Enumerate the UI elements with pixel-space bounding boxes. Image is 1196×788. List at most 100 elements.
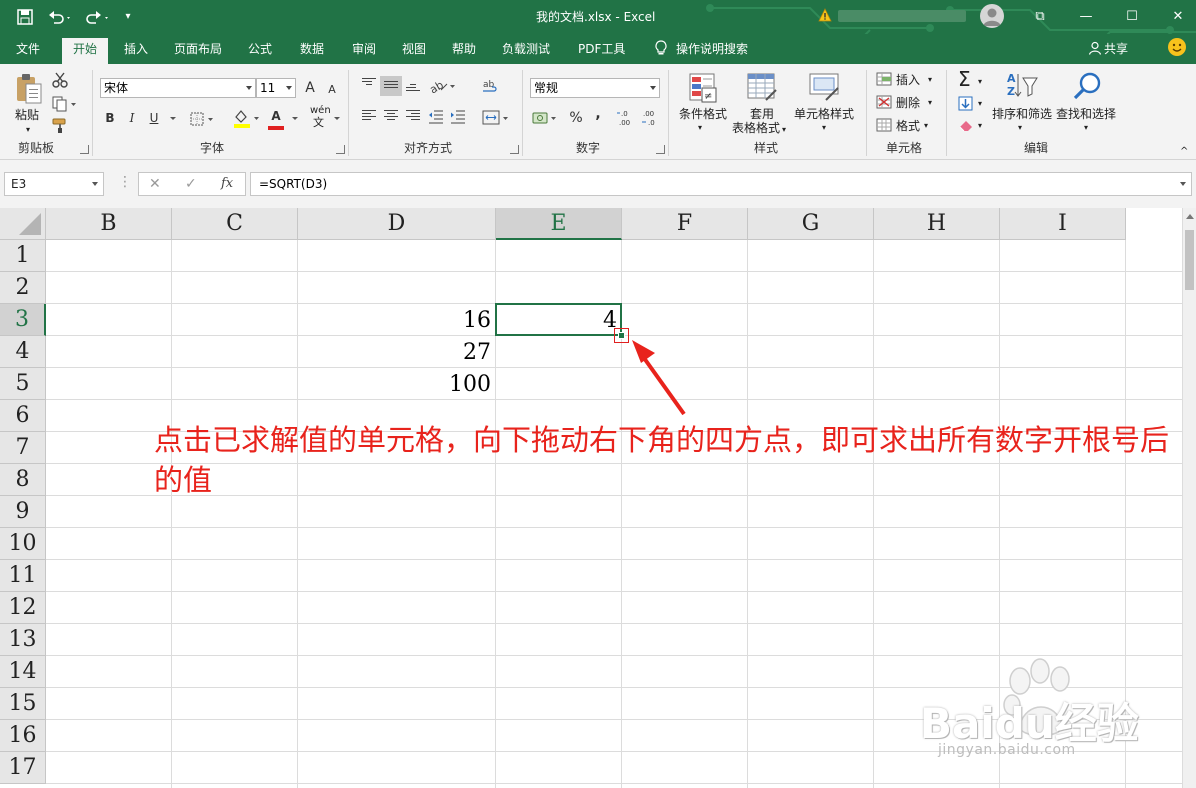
tell-me-search[interactable]: 操作说明搜索 bbox=[654, 40, 748, 58]
format-cells-icon[interactable] bbox=[876, 118, 892, 132]
sort-filter-icon[interactable]: AZ bbox=[1006, 70, 1038, 104]
alignment-dialog-launcher[interactable] bbox=[510, 145, 519, 154]
row-header-13[interactable]: 13 bbox=[0, 624, 46, 656]
phonetic-guide-char[interactable]: 文 bbox=[313, 117, 324, 129]
accounting-format-icon[interactable] bbox=[532, 110, 560, 126]
close-button[interactable]: ✕ bbox=[1166, 6, 1190, 28]
delete-dropdown[interactable]: ▾ bbox=[928, 95, 932, 111]
tab-formulas[interactable]: 公式 bbox=[242, 40, 278, 64]
row-header-2[interactable]: 2 bbox=[0, 272, 46, 304]
row-header-17[interactable]: 17 bbox=[0, 752, 46, 784]
align-right-icon[interactable] bbox=[406, 110, 420, 122]
tab-file[interactable]: 文件 bbox=[10, 40, 46, 64]
paste-button[interactable]: 粘贴 bbox=[15, 107, 39, 123]
sort-filter-dropdown[interactable]: ▾ bbox=[1018, 120, 1022, 136]
format-dropdown[interactable]: ▾ bbox=[924, 118, 928, 134]
italic-button[interactable]: I bbox=[122, 108, 142, 128]
font-size-combo[interactable]: 11 bbox=[256, 78, 296, 98]
undo-icon[interactable] bbox=[46, 7, 76, 27]
find-select-dropdown[interactable]: ▾ bbox=[1084, 120, 1088, 136]
scrollbar-thumb[interactable] bbox=[1185, 230, 1194, 290]
bold-button[interactable]: B bbox=[100, 108, 120, 128]
cell-d3[interactable]: 16 bbox=[298, 304, 496, 336]
copy-icon[interactable] bbox=[52, 96, 78, 112]
row-header-7[interactable]: 7 bbox=[0, 432, 46, 464]
borders-icon[interactable] bbox=[190, 112, 216, 126]
paste-dropdown-arrow[interactable]: ▾ bbox=[26, 122, 30, 138]
tab-pdf-tools[interactable]: PDF工具 bbox=[572, 40, 631, 64]
align-center-icon[interactable] bbox=[384, 110, 398, 122]
select-all-button[interactable] bbox=[0, 208, 46, 240]
decrease-indent-icon[interactable] bbox=[428, 110, 444, 124]
insert-cells-icon[interactable] bbox=[876, 72, 892, 86]
clear-eraser-icon[interactable] bbox=[958, 118, 974, 132]
column-header-b[interactable]: B bbox=[46, 208, 172, 240]
customize-quick-access-button[interactable]: ▾ bbox=[120, 7, 136, 27]
collapse-ribbon-button[interactable]: ^ bbox=[1180, 144, 1188, 160]
row-header-15[interactable]: 15 bbox=[0, 688, 46, 720]
format-painter-icon[interactable] bbox=[52, 118, 70, 134]
format-as-table-icon[interactable] bbox=[746, 72, 778, 104]
font-name-combo[interactable]: 宋体 bbox=[100, 78, 256, 98]
fill-down-icon[interactable] bbox=[958, 96, 974, 112]
expand-formula-bar-icon[interactable] bbox=[1180, 182, 1186, 186]
tab-help[interactable]: 帮助 bbox=[446, 40, 482, 64]
insert-dropdown[interactable]: ▾ bbox=[928, 72, 932, 88]
name-box[interactable]: E3 bbox=[4, 172, 104, 196]
row-header-12[interactable]: 12 bbox=[0, 592, 46, 624]
column-header-d[interactable]: D bbox=[298, 208, 496, 240]
percent-style-button[interactable]: % bbox=[566, 108, 586, 128]
tab-insert[interactable]: 插入 bbox=[118, 40, 154, 64]
cancel-entry-button[interactable]: ✕ bbox=[149, 175, 161, 193]
comma-style-button[interactable]: , bbox=[588, 104, 608, 124]
merge-center-icon[interactable] bbox=[482, 110, 512, 126]
underline-dropdown[interactable] bbox=[162, 108, 182, 128]
insert-cells-button[interactable]: 插入 bbox=[896, 72, 920, 88]
increase-font-size-button[interactable]: A bbox=[300, 78, 320, 98]
tab-load-test[interactable]: 负载测试 bbox=[496, 40, 556, 64]
font-dialog-launcher[interactable] bbox=[336, 145, 345, 154]
bottom-align-icon[interactable] bbox=[406, 84, 420, 96]
find-select-icon[interactable] bbox=[1072, 70, 1104, 104]
decrease-decimal-icon[interactable]: .00.0 bbox=[640, 108, 660, 128]
row-header-16[interactable]: 16 bbox=[0, 720, 46, 752]
fill-handle[interactable] bbox=[618, 332, 625, 339]
conditional-formatting-icon[interactable]: ≠ bbox=[688, 72, 718, 104]
tab-home[interactable]: 开始 bbox=[62, 38, 109, 64]
paste-icon[interactable] bbox=[14, 72, 44, 106]
format-as-table-dropdown[interactable]: ▾ bbox=[782, 122, 786, 138]
column-header-h[interactable]: H bbox=[874, 208, 1000, 240]
autosum-dropdown[interactable]: ▾ bbox=[978, 74, 982, 90]
delete-cells-icon[interactable] bbox=[876, 95, 892, 109]
delete-cells-button[interactable]: 删除 bbox=[896, 95, 920, 111]
number-dialog-launcher[interactable] bbox=[656, 145, 665, 154]
align-left-icon[interactable] bbox=[362, 110, 376, 122]
maximize-button[interactable]: ☐ bbox=[1120, 6, 1144, 28]
save-icon[interactable] bbox=[14, 7, 36, 27]
cell-d5[interactable]: 100 bbox=[298, 368, 496, 400]
cell-styles-dropdown[interactable]: ▾ bbox=[822, 120, 826, 136]
format-cells-button[interactable]: 格式 bbox=[896, 118, 920, 134]
column-header-c[interactable]: C bbox=[172, 208, 298, 240]
font-color-dropdown[interactable] bbox=[284, 108, 304, 128]
column-header-g[interactable]: G bbox=[748, 208, 874, 240]
column-header-i[interactable]: I bbox=[1000, 208, 1126, 240]
cell-d4[interactable]: 27 bbox=[298, 336, 496, 368]
row-header-10[interactable]: 10 bbox=[0, 528, 46, 560]
conditional-formatting-button[interactable]: 条件格式 bbox=[679, 106, 727, 122]
insert-function-button[interactable]: fx bbox=[221, 175, 233, 193]
tab-page-layout[interactable]: 页面布局 bbox=[168, 40, 228, 64]
phonetic-dropdown[interactable] bbox=[326, 108, 346, 128]
enter-entry-button[interactable]: ✓ bbox=[185, 175, 197, 193]
minimize-button[interactable]: — bbox=[1074, 6, 1098, 28]
row-header-8[interactable]: 8 bbox=[0, 464, 46, 496]
row-header-4[interactable]: 4 bbox=[0, 336, 46, 368]
row-header-3[interactable]: 3 bbox=[0, 304, 46, 336]
row-header-5[interactable]: 5 bbox=[0, 368, 46, 400]
vertical-scrollbar[interactable] bbox=[1182, 208, 1196, 788]
smiley-feedback-icon[interactable] bbox=[1168, 38, 1186, 56]
column-header-f[interactable]: F bbox=[622, 208, 748, 240]
column-header-e[interactable]: E bbox=[496, 208, 622, 240]
formula-input[interactable]: =SQRT(D3) bbox=[250, 172, 1192, 196]
clipboard-dialog-launcher[interactable] bbox=[80, 145, 89, 154]
